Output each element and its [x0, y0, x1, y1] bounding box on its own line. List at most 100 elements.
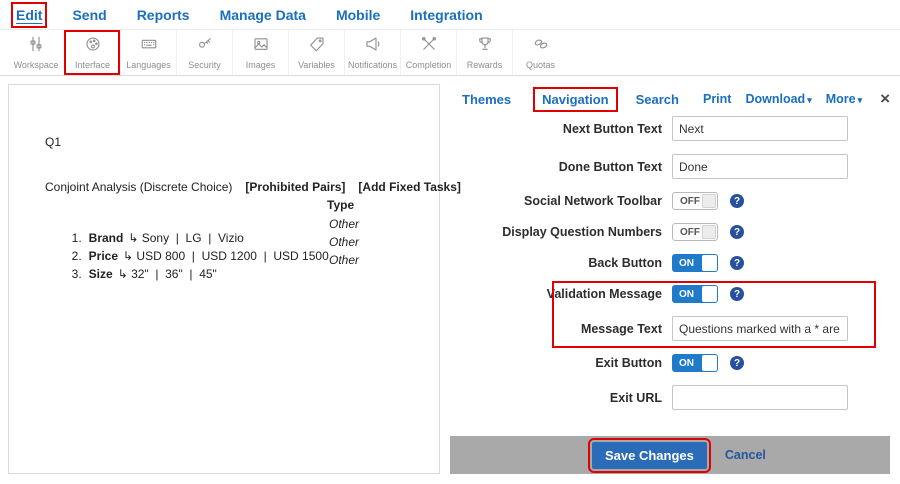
nav-item-mobile[interactable]: Mobile	[336, 7, 380, 23]
keyboard-icon	[138, 35, 160, 58]
field-label: Validation Message	[450, 287, 672, 301]
panel-footer: Save Changes Cancel	[450, 436, 890, 474]
toolbar-item-label: Interface	[75, 60, 110, 70]
nav-item-send[interactable]: Send	[72, 7, 106, 23]
field-label: Exit Button	[450, 356, 672, 370]
message-text-input[interactable]	[672, 316, 848, 341]
add-fixed-tasks-link[interactable]: [Add Fixed Tasks]	[358, 180, 460, 194]
toolbar-item-label: Security	[188, 60, 221, 70]
field-label: Exit URL	[450, 391, 672, 405]
attribute-type: Other	[329, 235, 359, 249]
trophy-icon	[474, 35, 496, 58]
question-title-row: Conjoint Analysis (Discrete Choice) [Pro…	[45, 180, 461, 194]
validation-message-toggle[interactable]: ON	[672, 285, 718, 303]
toolbar-item-notifications[interactable]: Notifications	[344, 30, 400, 75]
exit-url-input[interactable]	[672, 385, 848, 410]
toolbar-item-interface[interactable]: Interface	[64, 30, 120, 75]
settings-panel-header: Themes Navigation Search Print Download▾…	[450, 84, 890, 114]
close-icon[interactable]: ×	[880, 89, 890, 109]
type-column-header: Type	[327, 198, 354, 212]
field-label: Next Button Text	[450, 122, 672, 136]
toolbar-item-rewards[interactable]: Rewards	[456, 30, 512, 75]
megaphone-icon	[362, 35, 384, 58]
toolbar-item-completion[interactable]: Completion	[400, 30, 456, 75]
field-label: Display Question Numbers	[450, 225, 672, 239]
field-label: Done Button Text	[450, 160, 672, 174]
chevron-down-icon: ▾	[858, 95, 863, 105]
toolbar-item-variables[interactable]: Variables	[288, 30, 344, 75]
form-row-exit-button: Exit Button ON ?	[450, 354, 890, 372]
next-button-text-input[interactable]	[672, 116, 848, 141]
help-icon[interactable]: ?	[730, 256, 744, 270]
form-row-message-text: Message Text	[450, 316, 890, 341]
form-row-next-button-text: Next Button Text	[450, 116, 890, 141]
main-content: Q1 Conjoint Analysis (Discrete Choice) […	[0, 76, 900, 484]
toolbar-item-label: Rewards	[467, 60, 503, 70]
field-label: Back Button	[450, 256, 672, 270]
app-window: Edit Send Reports Manage Data Mobile Int…	[0, 0, 900, 484]
chain-icon	[530, 35, 552, 58]
form-row-exit-url: Exit URL	[450, 385, 890, 410]
form-row-validation-message: Validation Message ON ?	[450, 285, 890, 303]
help-icon[interactable]: ?	[730, 194, 744, 208]
print-link[interactable]: Print	[703, 92, 731, 106]
download-link[interactable]: Download▾	[745, 92, 811, 106]
back-button-toggle[interactable]: ON	[672, 254, 718, 272]
exit-button-toggle[interactable]: ON	[672, 354, 718, 372]
toolbar-item-workspace[interactable]: Workspace	[8, 30, 64, 75]
attribute-levels: ↳ 32" | 36" | 45"	[118, 267, 217, 281]
toolbar-item-label: Completion	[406, 60, 452, 70]
field-label: Message Text	[450, 322, 672, 336]
prohibited-pairs-link[interactable]: [Prohibited Pairs]	[245, 180, 345, 194]
toolbar-item-security[interactable]: Security	[176, 30, 232, 75]
chevron-down-icon: ▾	[807, 95, 812, 105]
tab-navigation[interactable]: Navigation	[535, 89, 615, 110]
form-row-back-button: Back Button ON ?	[450, 254, 890, 272]
toolbar-item-images[interactable]: Images	[232, 30, 288, 75]
toolbar-item-quotas[interactable]: Quotas	[512, 30, 568, 75]
top-nav: Edit Send Reports Manage Data Mobile Int…	[0, 0, 900, 30]
attribute-type: Other	[329, 217, 359, 231]
survey-preview-panel: Q1 Conjoint Analysis (Discrete Choice) […	[8, 84, 440, 474]
attribute-type: Other	[329, 253, 359, 267]
help-icon[interactable]: ?	[730, 225, 744, 239]
panel-actions: Print Download▾ More▾ ×	[703, 89, 890, 109]
form-row-done-button-text: Done Button Text	[450, 154, 890, 179]
key-icon	[194, 35, 216, 58]
toolbar-item-label: Variables	[298, 60, 335, 70]
help-icon[interactable]: ?	[730, 287, 744, 301]
done-button-text-input[interactable]	[672, 154, 848, 179]
tab-search[interactable]: Search	[636, 92, 679, 107]
cancel-link[interactable]: Cancel	[725, 448, 766, 462]
nav-item-reports[interactable]: Reports	[137, 7, 190, 23]
toolbar-item-label: Images	[246, 60, 276, 70]
question-code: Q1	[45, 135, 61, 149]
display-question-numbers-toggle[interactable]: OFF	[672, 223, 718, 241]
field-label: Social Network Toolbar	[450, 194, 672, 208]
help-icon[interactable]: ?	[730, 356, 744, 370]
attribute-name[interactable]: Size	[89, 267, 113, 281]
palette-icon	[82, 35, 104, 58]
navigation-settings-form: Next Button Text Done Button Text Social…	[450, 114, 890, 423]
attribute-row: 3.Size↳ 32" | 36" | 45" Other	[45, 253, 437, 309]
nav-item-integration[interactable]: Integration	[410, 7, 482, 23]
form-row-display-question-numbers: Display Question Numbers OFF ?	[450, 223, 890, 241]
nav-item-edit[interactable]: Edit	[16, 7, 42, 23]
question-title: Conjoint Analysis (Discrete Choice)	[45, 180, 232, 194]
toolbar-item-label: Workspace	[14, 60, 59, 70]
image-icon	[250, 35, 272, 58]
toolbar-item-label: Quotas	[526, 60, 555, 70]
more-link[interactable]: More▾	[826, 92, 862, 106]
toolbar-item-label: Notifications	[348, 60, 397, 70]
tab-themes[interactable]: Themes	[462, 92, 511, 107]
toolbar-item-label: Languages	[126, 60, 171, 70]
settings-panel: Themes Navigation Search Print Download▾…	[450, 84, 890, 484]
social-network-toolbar-toggle[interactable]: OFF	[672, 192, 718, 210]
edit-toolbar: Workspace Interface Languages Security I…	[0, 30, 900, 76]
tag-icon	[306, 35, 328, 58]
form-row-social-network-toolbar: Social Network Toolbar OFF ?	[450, 192, 890, 210]
save-changes-button[interactable]: Save Changes	[592, 442, 707, 469]
nav-item-manage-data[interactable]: Manage Data	[220, 7, 306, 23]
toolbar-item-languages[interactable]: Languages	[120, 30, 176, 75]
tools-icon	[418, 35, 440, 58]
